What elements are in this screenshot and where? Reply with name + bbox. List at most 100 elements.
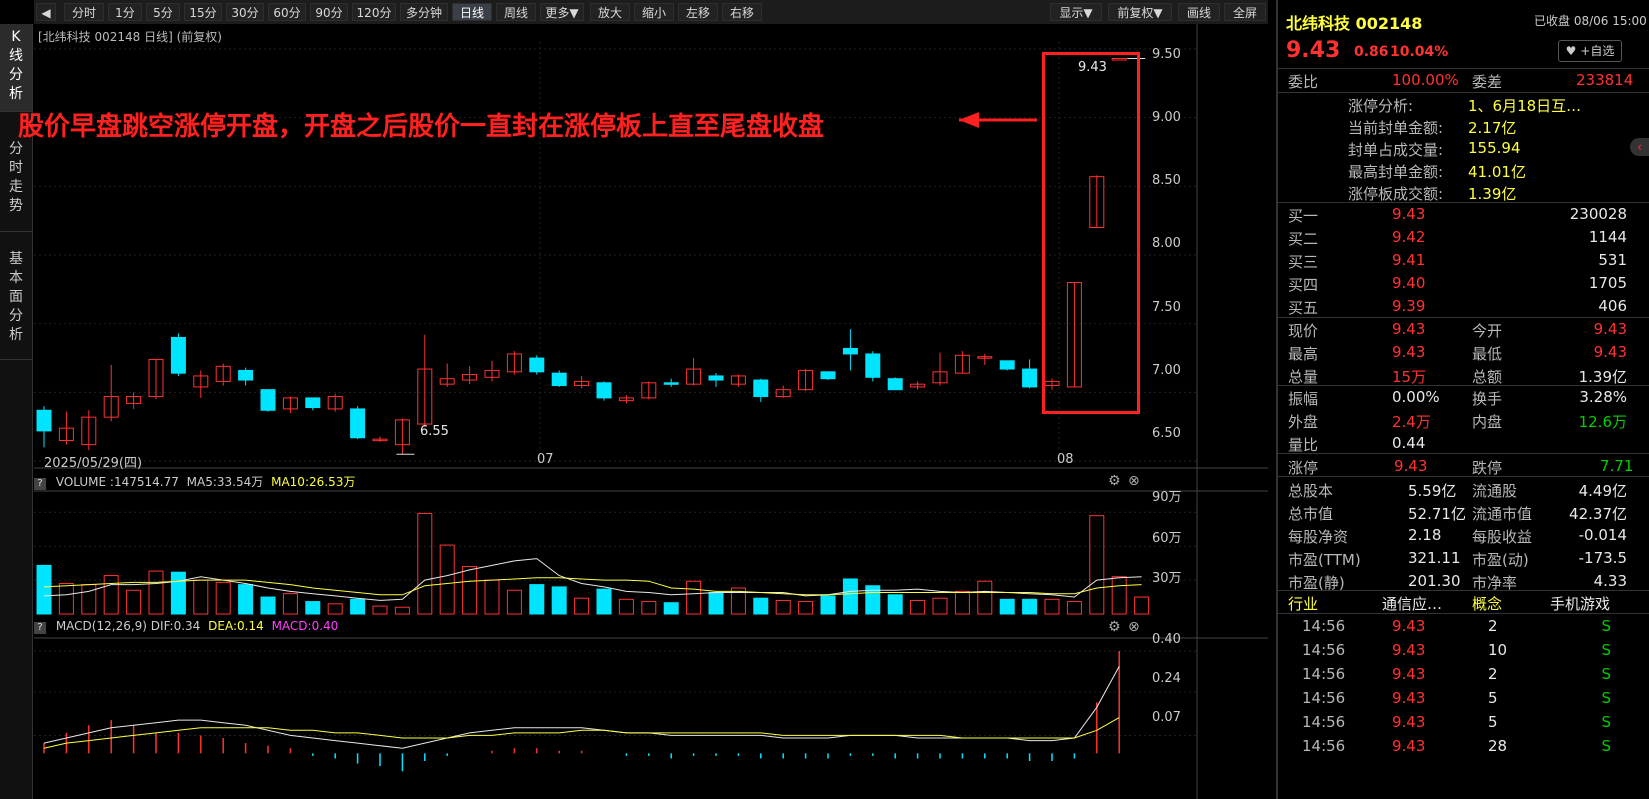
fundamental-row-cell: 总市值 [1288, 505, 1334, 523]
stats-row: 量比 0.44 [1278, 431, 1649, 455]
bid-row-cell: 买四 [1288, 276, 1319, 294]
period-button[interactable]: 15分 [184, 3, 222, 21]
help-icon[interactable]: ? [34, 478, 46, 490]
period-button[interactable]: 1分 [108, 3, 142, 21]
stats-row-cell: 总量 [1288, 368, 1319, 386]
bid-row-cell: 531 [1598, 251, 1627, 269]
limit-info-row: 涨停板成交额: 1.39亿 [1278, 180, 1649, 204]
high-price-marker: 9.43 [1078, 60, 1107, 75]
volume-panel-header: ? VOLUME :147514.77 MA5:33.54万 MA10:26.5… [34, 473, 355, 490]
tick-row-cell: S [1601, 689, 1611, 707]
stats-row-cell: 9.43 [1392, 320, 1426, 338]
volume-bar [305, 601, 321, 615]
limit-info-row-cell: 涨停板成交额: [1348, 185, 1444, 203]
fullscreen-button[interactable]: 全屏 [1224, 3, 1266, 21]
limit-info-row: 封单占成交量: 155.94 [1278, 136, 1649, 160]
y-tick-label: 60万 [1152, 531, 1182, 546]
period-button[interactable]: 多分钟 [400, 3, 448, 21]
limit-info-row-cell: 最高封单金额: [1348, 163, 1444, 181]
period-button[interactable]: 分时 [64, 3, 104, 21]
tick-row-cell: S [1601, 737, 1611, 755]
close-icon[interactable]: ⊗ [1128, 473, 1140, 489]
stats-row-cell: 外盘 [1288, 413, 1319, 431]
volume-bar [887, 594, 903, 615]
tick-row-cell: 2 [1488, 617, 1498, 635]
industry-row[interactable]: 行业 通信应… 概念 手机游戏 [1278, 590, 1649, 614]
gear-icon[interactable]: ⚙ [1108, 473, 1121, 489]
pan-right-button[interactable]: 右移 [722, 3, 762, 21]
display-dropdown[interactable]: 显示▼ [1050, 3, 1102, 21]
bid-row: 买三 9.41 531 [1278, 248, 1649, 272]
quote-panel: 北纬科技 002148 已收盘 08/06 15:00 9.43 0.86 10… [1276, 0, 1649, 799]
fundamental-row-cell: 每股净资 [1288, 528, 1349, 546]
fundamental-row: 总市值 52.71亿 流通市值 42.37亿 [1278, 500, 1649, 524]
stats-row-cell: 量比 [1288, 436, 1319, 454]
tick-row-cell: 10 [1488, 641, 1508, 659]
stats-row-cell: 今开 [1472, 322, 1503, 340]
x-date-label: 2025/05/29(四) [44, 456, 143, 471]
gear-icon[interactable]: ⚙ [1108, 619, 1121, 635]
tab-intraday-trend[interactable]: 分时走势 [0, 136, 32, 232]
tab-label: K线分析 [9, 29, 23, 102]
tab-kline-analysis[interactable]: K线分析 [0, 24, 32, 112]
draw-button[interactable]: 画线 [1178, 3, 1220, 21]
ma5-label: MA5:33.54万 [186, 475, 264, 489]
zoom-in-button[interactable]: 放大 [590, 3, 630, 21]
stats-row-cell: 0.00% [1392, 388, 1440, 406]
candle-body [865, 353, 881, 378]
stats-row-cell: 换手 [1472, 390, 1503, 408]
collapse-arrow-icon[interactable]: ‹ [1630, 138, 1649, 156]
close-icon[interactable]: ⊗ [1128, 619, 1140, 635]
add-favorite-button[interactable]: ♥ +自选 [1558, 40, 1622, 62]
fundamental-row: 每股净资 2.18 每股收益 -0.014 [1278, 523, 1649, 547]
tick-row: 14:56 9.43 2 S [1278, 662, 1649, 686]
limit-info-row-cell: 155.94 [1468, 139, 1521, 157]
fundamental-row-cell: 2.18 [1408, 526, 1442, 544]
stats-row-cell: 振幅 [1288, 390, 1319, 408]
period-button[interactable]: 90分 [310, 3, 348, 21]
volume-bar [663, 602, 679, 615]
dea-label: DEA:0.14 [208, 619, 264, 633]
period-button[interactable]: 60分 [268, 3, 306, 21]
tick-row-cell: S [1601, 617, 1611, 635]
stats-row-cell: 总额 [1472, 368, 1503, 386]
dif-label: DIF:0.34 [150, 619, 201, 633]
fundamental-row-cell: 201.30 [1408, 572, 1461, 590]
y-tick-label: 0.24 [1152, 671, 1181, 686]
adjust-dropdown[interactable]: 前复权▼ [1108, 3, 1172, 21]
candle-body [36, 409, 52, 432]
stats-row-cell: 0.44 [1392, 434, 1426, 452]
period-button[interactable]: 30分 [226, 3, 264, 21]
volume-bar [1022, 598, 1038, 615]
y-tick-label: 30万 [1152, 571, 1182, 586]
back-arrow-icon[interactable]: ◀ [36, 3, 56, 21]
tab-fundamental-analysis[interactable]: 基本面分析 [0, 246, 32, 360]
candle-body [305, 397, 321, 409]
bid-row-cell: 1705 [1588, 274, 1627, 292]
period-button-active[interactable]: 日线 [452, 3, 492, 21]
bid-row-cell: 买二 [1288, 230, 1319, 248]
volume-bar [820, 595, 836, 615]
zoom-out-button[interactable]: 缩小 [634, 3, 674, 21]
low-price-marker: 6.55 [420, 424, 449, 439]
limit-info-row: 当前封单金额: 2.17亿 [1278, 114, 1649, 138]
tab-label: 基本面分析 [9, 251, 23, 343]
candle-body [551, 372, 567, 387]
more-periods-dropdown[interactable]: 更多▼ [540, 3, 584, 21]
y-tick-label: 7.00 [1152, 363, 1181, 378]
tick-row-cell: S [1601, 713, 1611, 731]
tick-row-cell: 14:56 [1302, 641, 1346, 659]
period-button[interactable]: 周线 [496, 3, 536, 21]
order-ratio-row: 委比 100.00% 委差 233814 [1288, 71, 1634, 91]
stats-row-cell: 9.43 [1593, 320, 1627, 338]
period-button[interactable]: 120分 [352, 3, 396, 21]
period-button[interactable]: 5分 [146, 3, 180, 21]
stats-row-cell: 12.6万 [1578, 413, 1627, 431]
pan-left-button[interactable]: 左移 [678, 3, 718, 21]
help-icon[interactable]: ? [34, 622, 46, 634]
bid-row-cell: 1144 [1588, 228, 1627, 246]
candle-body [260, 389, 276, 411]
chart-header: [北纬科技 002148 日线] (前复权) [38, 30, 222, 44]
tick-row-cell: 14:56 [1302, 665, 1346, 683]
fundamental-row-cell: -0.014 [1578, 526, 1627, 544]
